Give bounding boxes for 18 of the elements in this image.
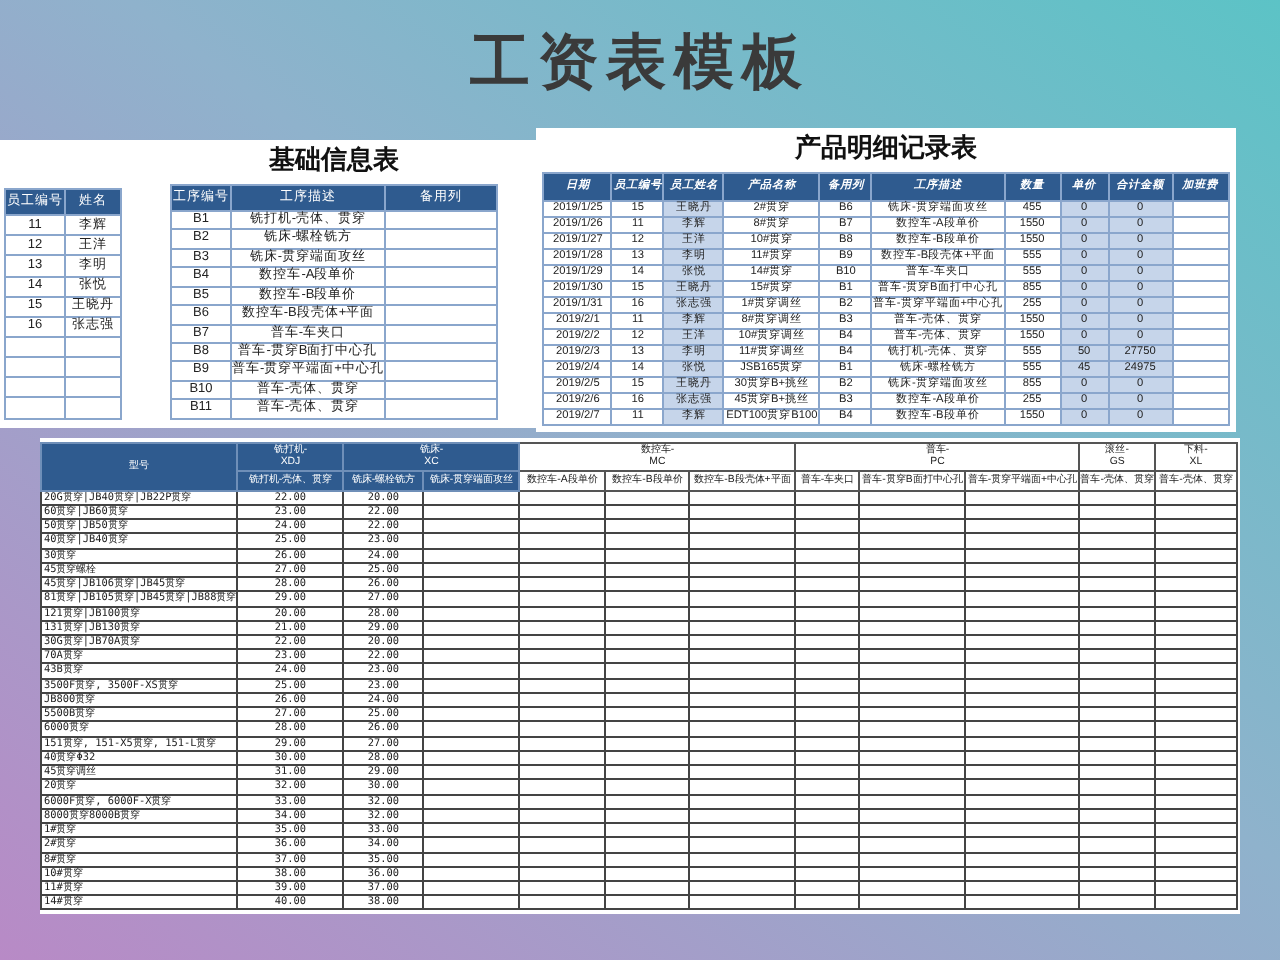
table-cell [5, 357, 65, 378]
table-cell [5, 397, 65, 419]
table-cell [384, 248, 497, 268]
table-cell [384, 342, 497, 362]
table-cell [384, 210, 497, 230]
table-cell [384, 305, 497, 325]
table-cell [5, 337, 65, 358]
table-cell [384, 324, 497, 343]
table-cell [384, 361, 497, 381]
table-title: 基础信息表 [268, 142, 399, 178]
table-cell [5, 377, 65, 398]
table-cell [384, 267, 497, 287]
table-cell [384, 399, 497, 419]
table-cell [384, 380, 497, 400]
table-title: 产品明细记录表 [795, 130, 977, 166]
page-title: 工资表模板 [470, 28, 810, 100]
table-cell [384, 286, 497, 306]
table-cell [384, 229, 497, 249]
